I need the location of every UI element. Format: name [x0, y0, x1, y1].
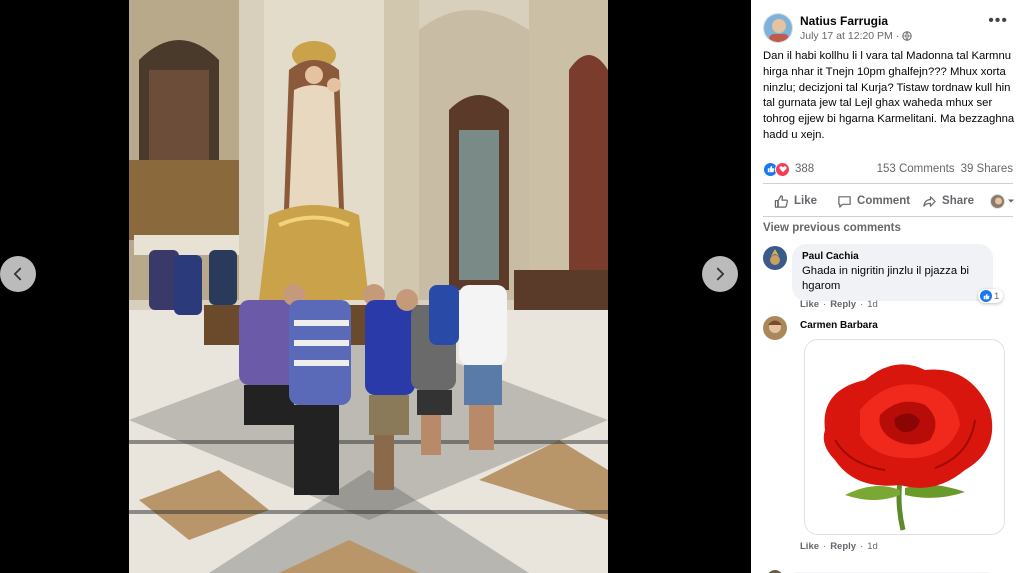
like-reaction-icon — [980, 290, 992, 302]
comment-footer: Like · Reply · 1d — [800, 541, 878, 552]
post-header: Natius Farrugia July 17 at 12:20 PM · ••… — [751, 0, 1024, 44]
more-options-button[interactable]: ••• — [988, 13, 1008, 29]
comment-text: Ghada in nigritin jinzlu il pjazza bi hg… — [802, 265, 970, 292]
chevron-left-icon — [13, 267, 22, 281]
footer-dot: · — [823, 541, 827, 552]
like-button[interactable]: Like — [774, 194, 817, 209]
comment-reply-link[interactable]: Reply — [830, 299, 856, 310]
footer-dot: · — [823, 299, 827, 310]
thumbs-up-icon — [774, 194, 788, 208]
post-text: Dan il habi kollhu li l vara tal Madonna… — [763, 50, 1015, 141]
comment-button[interactable]: Comment — [837, 194, 910, 209]
comment-time[interactable]: 1d — [867, 299, 878, 310]
like-label: Like — [794, 195, 818, 207]
comment-reply-link[interactable]: Reply — [830, 541, 856, 552]
next-photo-button[interactable] — [702, 256, 738, 292]
post-photo[interactable] — [129, 0, 608, 573]
red-rose-sticker — [804, 339, 1005, 535]
comments-count[interactable]: 153 Comments — [877, 163, 955, 175]
comment-label: Comment — [857, 195, 911, 207]
post-meta: July 17 at 12:20 PM · — [800, 30, 913, 42]
author-name[interactable]: Natius Farrugia — [800, 14, 888, 28]
comment-icon — [838, 195, 851, 208]
comment-reactions[interactable]: 1 — [978, 289, 1004, 303]
reaction-count: 388 — [795, 163, 815, 175]
comment-like-link[interactable]: Like — [800, 541, 819, 552]
share-button[interactable]: Share — [922, 194, 974, 209]
reaction-summary[interactable]: 388 153 Comments 39 Shares — [763, 161, 1013, 177]
next-comment-peek — [763, 565, 1013, 573]
divider — [763, 216, 1013, 217]
rose-icon — [823, 364, 993, 531]
share-icon — [923, 195, 936, 207]
post-side-panel: Natius Farrugia July 17 at 12:20 PM · ••… — [751, 0, 1024, 573]
comment-as-selector[interactable] — [990, 193, 1015, 209]
comment-time[interactable]: 1d — [867, 541, 878, 552]
love-reaction-icon — [775, 161, 790, 177]
footer-dot: · — [860, 541, 864, 552]
post-actions: Like Comment Share — [763, 190, 1023, 212]
commenter-avatar — [990, 193, 1006, 209]
photo-viewer — [0, 0, 751, 573]
footer-dot: · — [860, 299, 864, 310]
post-date[interactable]: July 17 at 12:20 PM — [800, 30, 893, 42]
comment-bubble: Paul Cachia Ghada in nigritin jinzlu il … — [792, 244, 993, 301]
comment-avatar[interactable] — [763, 246, 787, 270]
previous-photo-button[interactable] — [0, 256, 36, 292]
comment-footer: Like · Reply · 1d — [800, 299, 878, 310]
comment-author[interactable]: Carmen Barbara — [800, 320, 878, 331]
meta-separator: · — [895, 30, 900, 42]
comment-avatar[interactable] — [763, 316, 787, 340]
comment-reaction-count: 1 — [994, 290, 1000, 302]
comment-like-link[interactable]: Like — [800, 299, 819, 310]
divider — [763, 183, 1013, 184]
author-avatar[interactable] — [763, 13, 793, 43]
shares-count[interactable]: 39 Shares — [961, 163, 1013, 175]
chevron-right-icon — [716, 267, 725, 281]
caret-down-icon — [1008, 199, 1015, 203]
share-label: Share — [942, 195, 975, 207]
view-previous-comments-link[interactable]: View previous comments — [763, 222, 901, 234]
comment-author[interactable]: Paul Cachia — [802, 251, 983, 262]
globe-icon — [902, 31, 913, 41]
church-procession-photo — [129, 0, 608, 573]
